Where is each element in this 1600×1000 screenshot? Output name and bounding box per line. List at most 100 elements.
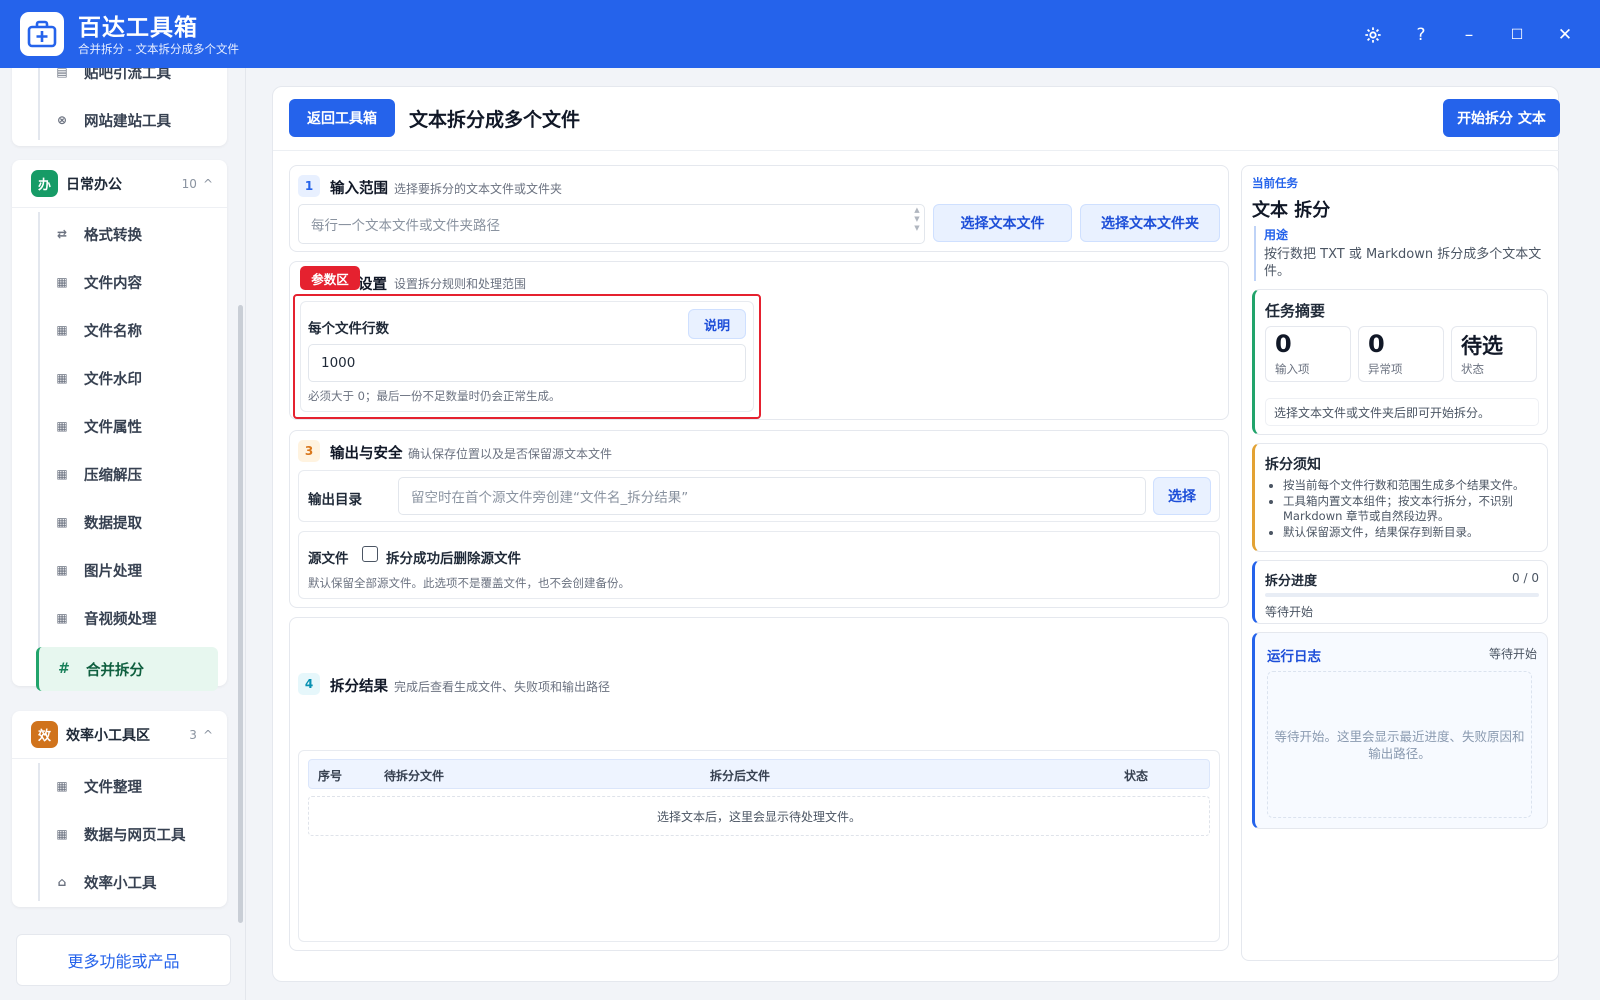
grid-icon: ▦	[56, 275, 68, 289]
grid-icon: ▦	[56, 515, 68, 529]
select-text-folder-button[interactable]: 选择文本文件夹	[1080, 204, 1220, 242]
output-dir-placeholder: 留空时在首个源文件旁创建“文件名_拆分结果”	[411, 490, 689, 506]
notice-item: 按当前每个文件行数和范围生成多个结果文件。	[1283, 478, 1543, 494]
parameter-zone-tag: 参数区	[300, 266, 360, 290]
column-header: 序号	[318, 769, 343, 783]
sidebar-item-website[interactable]: ⊗ 网站建站工具	[28, 100, 213, 140]
step-number: 1	[298, 175, 320, 197]
grid-icon: ▦	[56, 563, 68, 577]
group-title: 效率小工具区	[66, 727, 150, 744]
app-subtitle: 合并拆分 - 文本拆分成多个文件	[78, 42, 239, 56]
sidebar-item-filename[interactable]: ▦ 文件名称	[28, 310, 213, 350]
column-header: 待拆分文件	[384, 769, 445, 783]
help-button[interactable]: ?	[1406, 20, 1436, 50]
column-header: 状态	[1124, 769, 1149, 783]
sidebar-item-label: 合并拆分	[86, 662, 144, 679]
chevron-up-icon[interactable]: ^	[203, 177, 213, 191]
settings-gear-icon[interactable]	[1358, 20, 1388, 50]
hash-icon: #	[58, 661, 70, 677]
sidebar-item-efficiency[interactable]: ⌂ 效率小工具	[28, 862, 213, 902]
progress-bar-track	[1265, 593, 1539, 597]
split-progress-card: 拆分进度 0 / 0 等待开始	[1252, 560, 1548, 624]
output-dir-label: 输出目录	[308, 492, 362, 508]
swap-icon: ⇄	[56, 227, 68, 241]
sidebar-item-organize[interactable]: ▦ 文件整理	[28, 766, 213, 806]
input-value: 1000	[321, 355, 356, 371]
stat-value: 0	[1368, 330, 1385, 358]
sidebar-item-watermark[interactable]: ▦ 文件水印	[28, 358, 213, 398]
grid-icon: ▦	[56, 419, 68, 433]
sidebar-item-attributes[interactable]: ▦ 文件属性	[28, 406, 213, 446]
notice-item: 默认保留源文件，结果保存到新目录。	[1283, 525, 1543, 541]
sidebar-item-label: 文件属性	[84, 419, 142, 436]
sidebar-item-merge-split[interactable]: # 合并拆分	[36, 647, 218, 691]
field-label: 每个文件行数	[308, 321, 389, 337]
app-logo-icon	[20, 12, 64, 56]
group-header-efficiency[interactable]: 效 效率小工具区 3 ^	[12, 711, 227, 759]
sidebar-item-label: 数据与网页工具	[84, 827, 186, 844]
globe-icon: ⊗	[56, 113, 68, 127]
lines-per-file-input[interactable]: 1000	[308, 344, 746, 382]
progress-count: 0 / 0	[1512, 571, 1539, 585]
sidebar-item-label: 图片处理	[84, 563, 142, 580]
sidebar-item-label: 网站建站工具	[84, 113, 171, 130]
stat-error-count: 0 异常项	[1358, 326, 1444, 382]
group-header-office[interactable]: 办 日常办公 10 ^	[12, 160, 227, 208]
sidebar-item-media[interactable]: ▦ 音视频处理	[28, 598, 213, 638]
select-text-file-button[interactable]: 选择文本文件	[933, 204, 1072, 242]
sidebar: ▤ 贴吧引流工具 ⊗ 网站建站工具 办 日常办公 10 ^ ⇄ 格式转换 ▦ 文件内…	[0, 68, 246, 1000]
sidebar-item-label: 文件整理	[84, 779, 142, 796]
step-desc: 设置拆分规则和处理范围	[394, 277, 527, 291]
sidebar-item-label: 效率小工具	[84, 875, 157, 892]
office-badge: 办	[31, 170, 58, 197]
delete-source-checkbox[interactable]	[362, 546, 378, 562]
grid-icon: ▦	[56, 323, 68, 337]
log-title: 运行日志	[1267, 649, 1321, 665]
back-to-toolbox-button[interactable]: 返回工具箱	[289, 99, 395, 137]
step-number: 4	[298, 673, 320, 695]
title-bar: 百达工具箱 合并拆分 - 文本拆分成多个文件 ? – ☐ ✕	[0, 0, 1600, 68]
step-title: 设置	[358, 277, 387, 293]
current-task-label: 当前任务	[1252, 176, 1298, 190]
help-explain-button[interactable]: 说明	[688, 309, 746, 339]
page-title: 文本拆分成多个文件	[409, 109, 581, 131]
sidebar-item-image[interactable]: ▦ 图片处理	[28, 550, 213, 590]
sidebar-item-data-web[interactable]: ▦ 数据与网页工具	[28, 814, 213, 854]
progress-title: 拆分进度	[1265, 574, 1318, 589]
app-title: 百达工具箱	[78, 15, 198, 41]
step-desc: 选择要拆分的文本文件或文件夹	[394, 182, 563, 196]
chevron-up-icon[interactable]: ^	[203, 728, 213, 742]
stat-label: 状态	[1461, 362, 1484, 376]
start-split-button[interactable]: 开始拆分 文本	[1443, 99, 1560, 137]
stat-label: 异常项	[1368, 362, 1403, 376]
sidebar-item-compress[interactable]: ▦ 压缩解压	[28, 454, 213, 494]
group-title: 日常办公	[66, 176, 122, 193]
grid-icon: ▦	[56, 779, 68, 793]
textarea-scroll-arrows[interactable]: ▲ ▼ ▼	[912, 206, 922, 242]
sidebar-scroll-thumb[interactable]	[238, 305, 243, 923]
output-dir-input[interactable]: 留空时在首个源文件旁创建“文件名_拆分结果”	[398, 477, 1146, 515]
sidebar-item-label: 音视频处理	[84, 611, 157, 628]
log-output-area[interactable]: 等待开始。这里会显示最近进度、失败原因和输出路径。	[1267, 671, 1532, 818]
more-products-button[interactable]: 更多功能或产品	[16, 934, 231, 986]
grid-icon: ▦	[56, 827, 68, 841]
input-paths-textarea[interactable]: 每行一个文本文件或文件夹路径	[298, 204, 925, 244]
sidebar-item-label: 文件水印	[84, 371, 142, 388]
stat-input-count: 0 输入项	[1265, 326, 1351, 382]
sidebar-item-label: 数据提取	[84, 515, 142, 532]
step-desc: 确认保存位置以及是否保留源文本文件	[408, 447, 613, 461]
sidebar-item-label: 文件名称	[84, 323, 142, 340]
choose-output-button[interactable]: 选择	[1153, 477, 1211, 515]
sidebar-item-format[interactable]: ⇄ 格式转换	[28, 214, 213, 254]
sidebar-item-extract[interactable]: ▦ 数据提取	[28, 502, 213, 542]
grid-icon: ▦	[56, 371, 68, 385]
maximize-button[interactable]: ☐	[1502, 20, 1532, 50]
run-log-card: 运行日志 等待开始 等待开始。这里会显示最近进度、失败原因和输出路径。	[1252, 632, 1548, 829]
minimize-button[interactable]: –	[1454, 20, 1484, 50]
close-button[interactable]: ✕	[1550, 20, 1580, 50]
stat-label: 输入项	[1275, 362, 1310, 376]
delete-source-label[interactable]: 拆分成功后删除源文件	[386, 547, 521, 567]
sidebar-item-content[interactable]: ▦ 文件内容	[28, 262, 213, 302]
document-icon: ▤	[56, 68, 68, 79]
sidebar-item-tieba[interactable]: ▤ 贴吧引流工具	[28, 68, 213, 92]
